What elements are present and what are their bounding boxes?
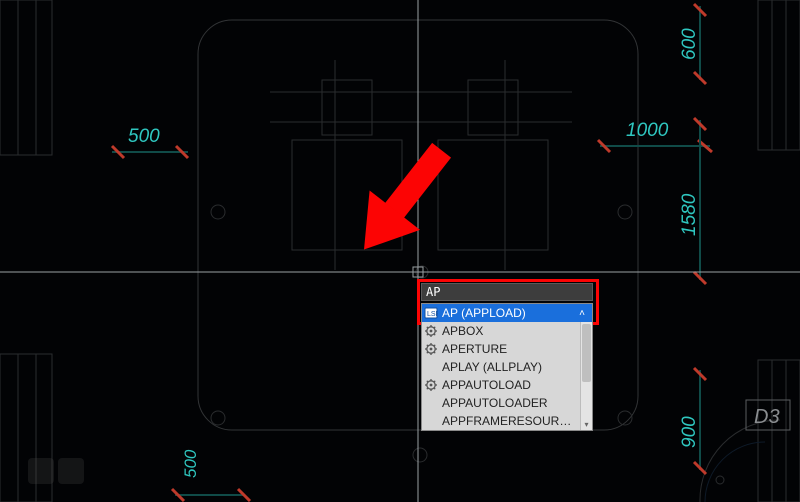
autocomplete-item-label: APBOX [442, 324, 588, 338]
autocomplete-item-label: APERTURE [442, 342, 588, 356]
autocomplete-item[interactable]: APPAUTOLOAD [422, 376, 592, 394]
autocomplete-item[interactable]: APPFRAMERESOURCES ˅ [422, 412, 592, 430]
lisp-icon: LSP [424, 306, 438, 320]
autocomplete-item[interactable]: LSP AP (APPLOAD) ˄ [422, 304, 592, 322]
scrollbar-thumb[interactable] [582, 324, 591, 382]
gear-icon [424, 378, 438, 392]
autocomplete-item[interactable]: APPAUTOLOADER [422, 394, 592, 412]
blank-icon [424, 360, 438, 374]
drawing-canvas[interactable]: 500 1000 500 600 1580 900 D3 [0, 0, 800, 502]
blank-icon [424, 414, 438, 428]
cad-geometry: 500 1000 500 600 1580 900 D3 [0, 0, 800, 502]
autocomplete-item[interactable]: APLAY (ALLPLAY) [422, 358, 592, 376]
dim-right-bottom: 900 [679, 416, 700, 448]
autocomplete-item-label: APPAUTOLOADER [442, 396, 588, 410]
dim-bottom: 500 [181, 449, 200, 478]
autocomplete-item[interactable]: APERTURE [422, 340, 592, 358]
blank-icon [424, 396, 438, 410]
svg-text:LSP: LSP [427, 311, 438, 318]
viewport-controls-ghost [28, 458, 84, 484]
autocomplete-item-label: AP (APPLOAD) [442, 306, 572, 320]
dim-top-right: 1000 [626, 120, 669, 141]
autocomplete-item[interactable]: APBOX [422, 322, 592, 340]
command-input[interactable] [421, 283, 593, 301]
gear-icon [424, 324, 438, 338]
dim-top-left: 500 [128, 126, 160, 147]
scrollbar-down-icon[interactable]: ▾ [581, 418, 592, 430]
chevron-up-icon[interactable]: ˄ [576, 308, 588, 319]
autocomplete-item-label: APLAY (ALLPLAY) [442, 360, 588, 374]
dim-right-top: 600 [679, 28, 700, 60]
dim-right-mid: 1580 [679, 193, 700, 236]
autocomplete-scrollbar[interactable]: ▾ [580, 322, 592, 430]
autocomplete-item-label: APPAUTOLOAD [442, 378, 588, 392]
autocomplete-item-label: APPFRAMERESOURCES [442, 414, 573, 428]
gear-icon [424, 342, 438, 356]
command-autocomplete[interactable]: LSP AP (APPLOAD) ˄ APBOX APERTURE APLAY … [421, 303, 593, 431]
grid-ref-label: D3 [754, 406, 780, 428]
